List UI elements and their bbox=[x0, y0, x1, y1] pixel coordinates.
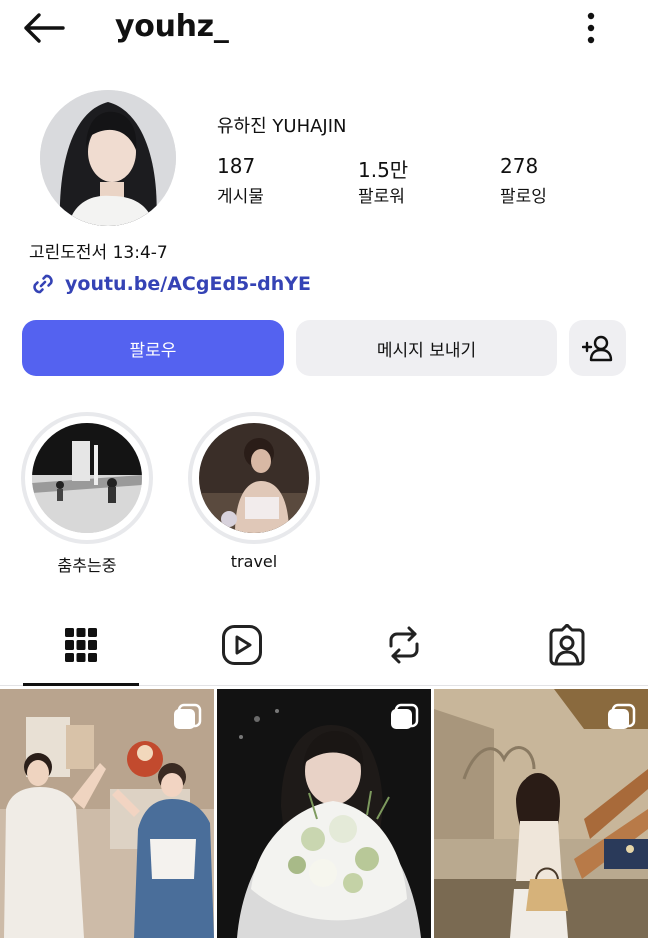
post-grid bbox=[0, 689, 648, 938]
back-button[interactable] bbox=[18, 8, 68, 48]
more-vertical-icon bbox=[587, 12, 595, 44]
repost-icon bbox=[389, 626, 419, 664]
highlight-label: 춤추는중 bbox=[57, 556, 117, 575]
posts-stat[interactable]: 187 게시물 bbox=[217, 154, 264, 207]
posts-count: 187 bbox=[217, 154, 256, 178]
followers-label: 팔로워 bbox=[358, 187, 405, 207]
tab-posts[interactable] bbox=[23, 604, 139, 686]
profile-tabs bbox=[0, 604, 648, 686]
highlight-label: travel bbox=[230, 552, 278, 571]
display-name: 유하진 YUHAJIN bbox=[217, 116, 347, 137]
post-thumbnail[interactable] bbox=[0, 689, 214, 938]
link-icon bbox=[33, 274, 53, 294]
followers-stat[interactable]: 1.5만 팔로워 bbox=[358, 154, 408, 207]
following-label: 팔로잉 bbox=[500, 187, 547, 207]
highlight-ring bbox=[188, 412, 320, 544]
profile-link-text[interactable]: youtu.be/ACgEd5-dhYE bbox=[65, 273, 311, 295]
tagged-icon bbox=[549, 624, 585, 666]
followers-count: 1.5만 bbox=[358, 158, 409, 182]
tab-reposts[interactable] bbox=[346, 604, 462, 686]
add-user-button[interactable] bbox=[569, 320, 626, 376]
post-thumbnail[interactable] bbox=[217, 689, 431, 938]
profile-link[interactable]: youtu.be/ACgEd5-dhYE bbox=[29, 270, 311, 298]
more-options-button[interactable] bbox=[574, 8, 608, 48]
reels-icon bbox=[222, 625, 262, 665]
grid-icon bbox=[65, 628, 97, 662]
profile-username: youhz_ bbox=[115, 9, 229, 44]
multiple-posts-icon bbox=[391, 703, 419, 729]
highlight-item[interactable]: 춤추는중 bbox=[21, 412, 153, 576]
highlight-cover bbox=[199, 423, 309, 533]
top-bar: youhz_ bbox=[0, 0, 648, 58]
highlight-item[interactable]: travel bbox=[188, 412, 320, 571]
tab-reels[interactable] bbox=[184, 604, 300, 686]
follow-button[interactable]: 팔로우 bbox=[22, 320, 284, 376]
tab-tagged[interactable] bbox=[509, 604, 625, 686]
add-user-icon bbox=[581, 335, 612, 362]
profile-avatar[interactable] bbox=[40, 90, 176, 226]
multiple-posts-icon bbox=[174, 703, 202, 729]
posts-label: 게시물 bbox=[217, 187, 264, 207]
arrow-left-icon bbox=[24, 13, 65, 43]
following-stat[interactable]: 278 팔로잉 bbox=[500, 154, 547, 207]
profile-bio: 고린도전서 13:4-7 bbox=[29, 243, 168, 263]
following-count: 278 bbox=[500, 154, 539, 178]
highlight-ring bbox=[21, 412, 153, 544]
active-tab-indicator bbox=[23, 683, 139, 686]
message-button[interactable]: 메시지 보내기 bbox=[296, 320, 557, 376]
multiple-posts-icon bbox=[608, 703, 636, 729]
highlight-cover bbox=[32, 423, 142, 533]
post-thumbnail[interactable] bbox=[434, 689, 648, 938]
